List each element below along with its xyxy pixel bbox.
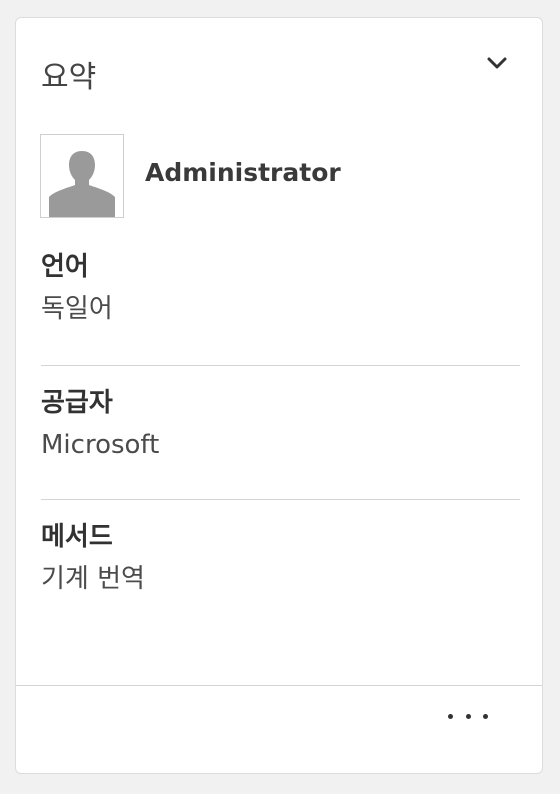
field-method: 메서드 기계 번역 xyxy=(41,520,520,598)
footer-divider xyxy=(16,685,542,686)
user-name: Administrator xyxy=(145,158,341,187)
summary-panel: 요약 Administrator 언어 독일어 공급자 Microsoft 메서… xyxy=(15,17,543,774)
panel-title: 요약 xyxy=(41,60,97,95)
divider xyxy=(41,499,520,500)
person-placeholder-icon xyxy=(49,151,115,217)
avatar xyxy=(40,134,124,218)
more-horizontal-icon xyxy=(448,713,453,719)
field-language: 언어 독일어 xyxy=(41,250,520,328)
collapse-button[interactable] xyxy=(482,48,512,78)
field-value: Microsoft xyxy=(41,430,160,460)
user-info: Administrator xyxy=(40,134,520,220)
field-provider: 공급자 Microsoft xyxy=(41,386,520,464)
field-value: 독일어 xyxy=(41,294,113,324)
field-label: 언어 xyxy=(41,252,89,282)
field-label: 메서드 xyxy=(41,522,113,552)
summary-header: 요약 xyxy=(16,18,542,118)
field-label: 공급자 xyxy=(41,388,113,418)
field-value: 기계 번역 xyxy=(41,564,145,594)
more-options-button[interactable] xyxy=(448,704,488,728)
more-horizontal-icon xyxy=(483,713,488,719)
more-horizontal-icon xyxy=(465,713,471,719)
chevron-down-icon xyxy=(487,57,507,69)
divider xyxy=(41,365,520,366)
